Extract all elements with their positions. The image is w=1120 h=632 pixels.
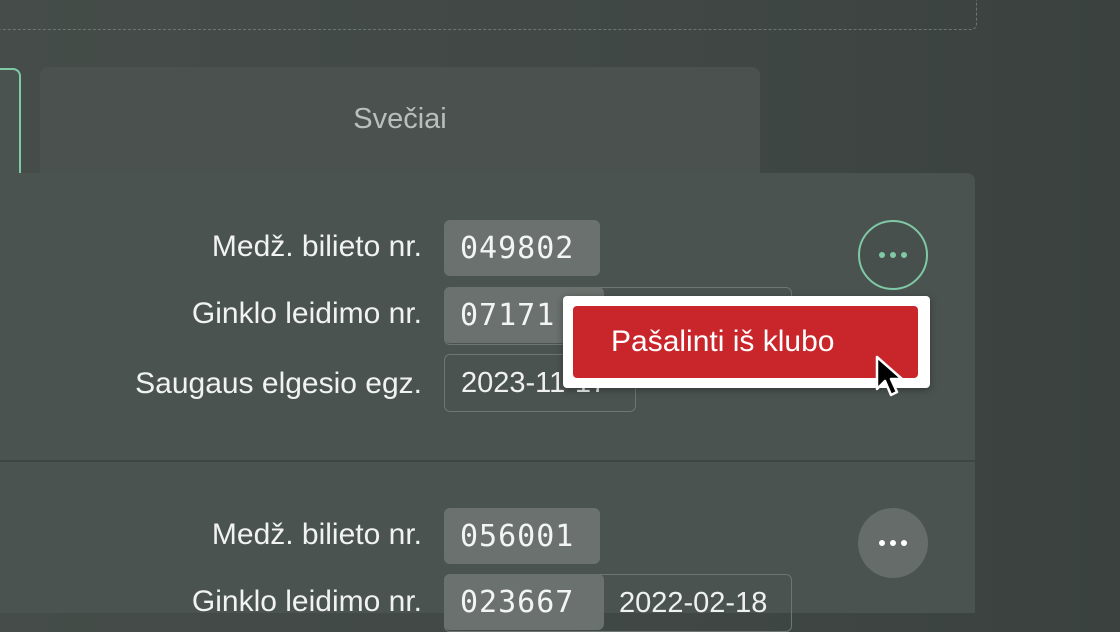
remove-from-club-button[interactable]: Pašalinti iš klubo: [573, 306, 918, 378]
safety-exam-label: Saugaus elgesio egz.: [135, 367, 422, 400]
membership-label: Medž. bilieto nr.: [211, 230, 422, 263]
membership-label: Medž. bilieto nr.: [211, 518, 422, 551]
weapon-permit-label: Ginklo leidimo nr.: [191, 585, 422, 618]
tab-members[interactable]: [0, 68, 21, 178]
more-horizontal-icon: [879, 252, 907, 258]
member-divider: [0, 460, 975, 462]
dropzone-outline: [0, 0, 977, 30]
member-actions-button[interactable]: [858, 508, 928, 578]
member-actions-button[interactable]: [858, 220, 928, 290]
membership-number: 049802: [444, 220, 600, 276]
tab-guests[interactable]: Svečiai: [40, 67, 760, 175]
weapon-permit-label: Ginklo leidimo nr.: [191, 297, 422, 330]
mouse-pointer-icon: [875, 355, 904, 397]
more-horizontal-icon: [879, 540, 907, 546]
tab-guests-label: Svečiai: [353, 103, 447, 135]
membership-number: 056001: [444, 508, 600, 564]
weapon-permit-number: 023667: [444, 574, 604, 630]
